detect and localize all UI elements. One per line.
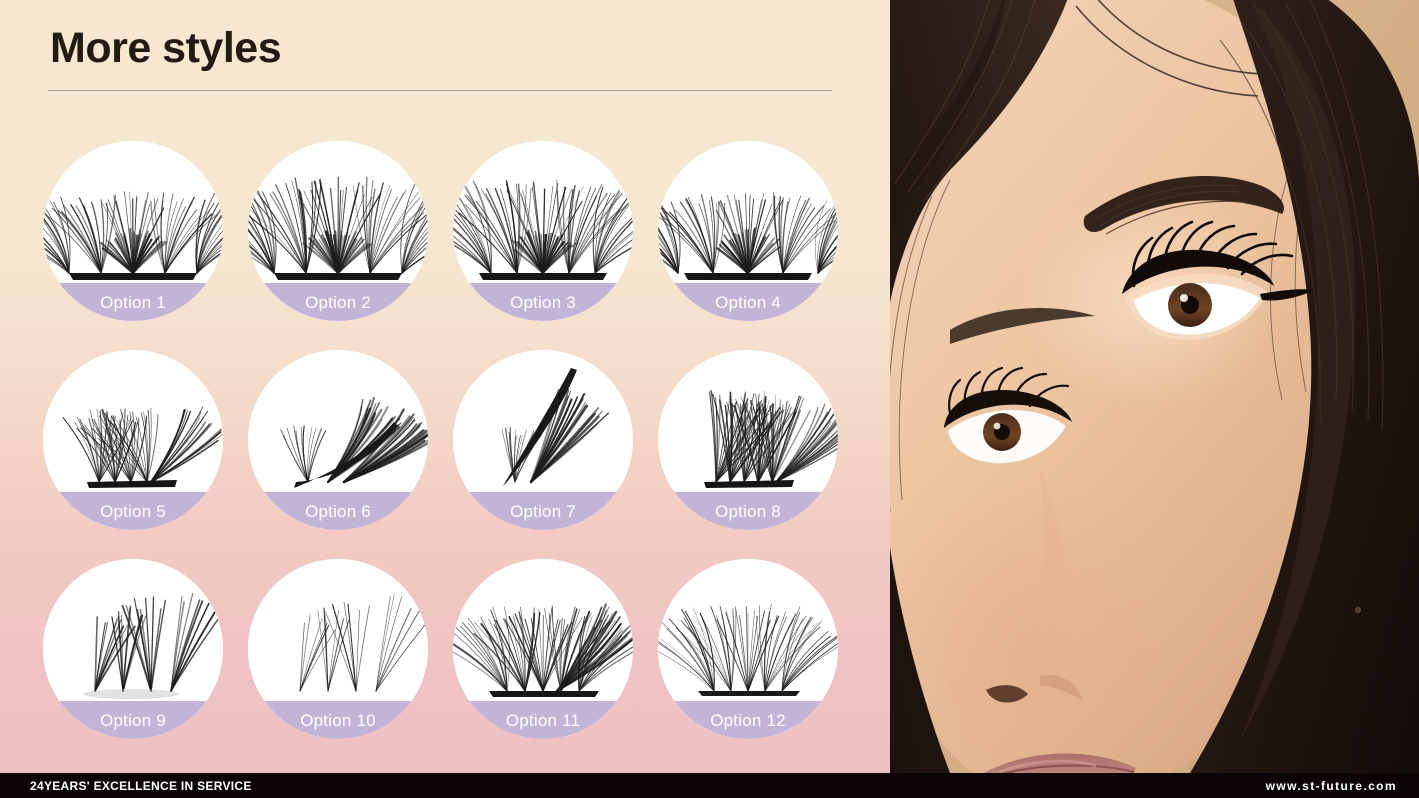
option-label-2: Option 2 <box>305 292 371 312</box>
option-card-11[interactable]: Option 11 <box>453 559 633 739</box>
footer-website[interactable]: www.st-future.com <box>1266 773 1397 798</box>
option-card-9[interactable]: Option 9 <box>43 559 223 739</box>
left-content-panel: More styles Option 1 Option 2 Option 3 Opti… <box>0 0 890 773</box>
option-card-12[interactable]: Option 12 <box>658 559 838 739</box>
option-label-band-3: Option 3 <box>453 283 633 321</box>
option-card-4[interactable]: Option 4 <box>658 141 838 321</box>
option-label-band-7: Option 7 <box>453 492 633 530</box>
option-card-3[interactable]: Option 3 <box>453 141 633 321</box>
option-card-2[interactable]: Option 2 <box>248 141 428 321</box>
option-label-band-12: Option 12 <box>658 701 838 739</box>
option-label-4: Option 4 <box>715 292 781 312</box>
option-label-band-10: Option 10 <box>248 701 428 739</box>
option-label-band-11: Option 11 <box>453 701 633 739</box>
option-label-11: Option 11 <box>505 710 581 730</box>
option-label-band-6: Option 6 <box>248 492 428 530</box>
option-label-band-5: Option 5 <box>43 492 223 530</box>
footer-tagline: 24YEARS' EXCELLENCE IN SERVICE <box>30 778 252 793</box>
option-card-1[interactable]: Option 1 <box>43 141 223 321</box>
options-grid: Option 1 Option 2 Option 3 Option 4 Option 5… <box>43 141 838 741</box>
option-label-7: Option 7 <box>510 501 576 521</box>
option-label-3: Option 3 <box>510 292 576 312</box>
model-photo-illustration <box>890 0 1419 773</box>
option-label-6: Option 6 <box>305 501 371 521</box>
option-label-band-9: Option 9 <box>43 701 223 739</box>
option-label-band-2: Option 2 <box>248 283 428 321</box>
option-label-band-1: Option 1 <box>43 283 223 321</box>
option-card-10[interactable]: Option 10 <box>248 559 428 739</box>
slide-canvas: More styles Option 1 Option 2 Option 3 Opti… <box>0 0 1419 798</box>
option-card-7[interactable]: Option 7 <box>453 350 633 530</box>
option-label-9: Option 9 <box>100 710 166 730</box>
option-label-band-8: Option 8 <box>658 492 838 530</box>
option-label-band-4: Option 4 <box>658 283 838 321</box>
option-label-12: Option 12 <box>710 710 786 730</box>
option-label-5: Option 5 <box>100 501 166 521</box>
page-title: More styles <box>50 24 282 72</box>
option-card-8[interactable]: Option 8 <box>658 350 838 530</box>
option-card-6[interactable]: Option 6 <box>248 350 428 530</box>
option-label-10: Option 10 <box>300 710 376 730</box>
title-divider <box>48 90 832 91</box>
footer-bar: 24YEARS' EXCELLENCE IN SERVICE www.st-fu… <box>0 773 1419 798</box>
model-photo <box>890 0 1419 773</box>
option-card-5[interactable]: Option 5 <box>43 350 223 530</box>
option-label-1: Option 1 <box>100 292 166 312</box>
option-label-8: Option 8 <box>715 501 781 521</box>
